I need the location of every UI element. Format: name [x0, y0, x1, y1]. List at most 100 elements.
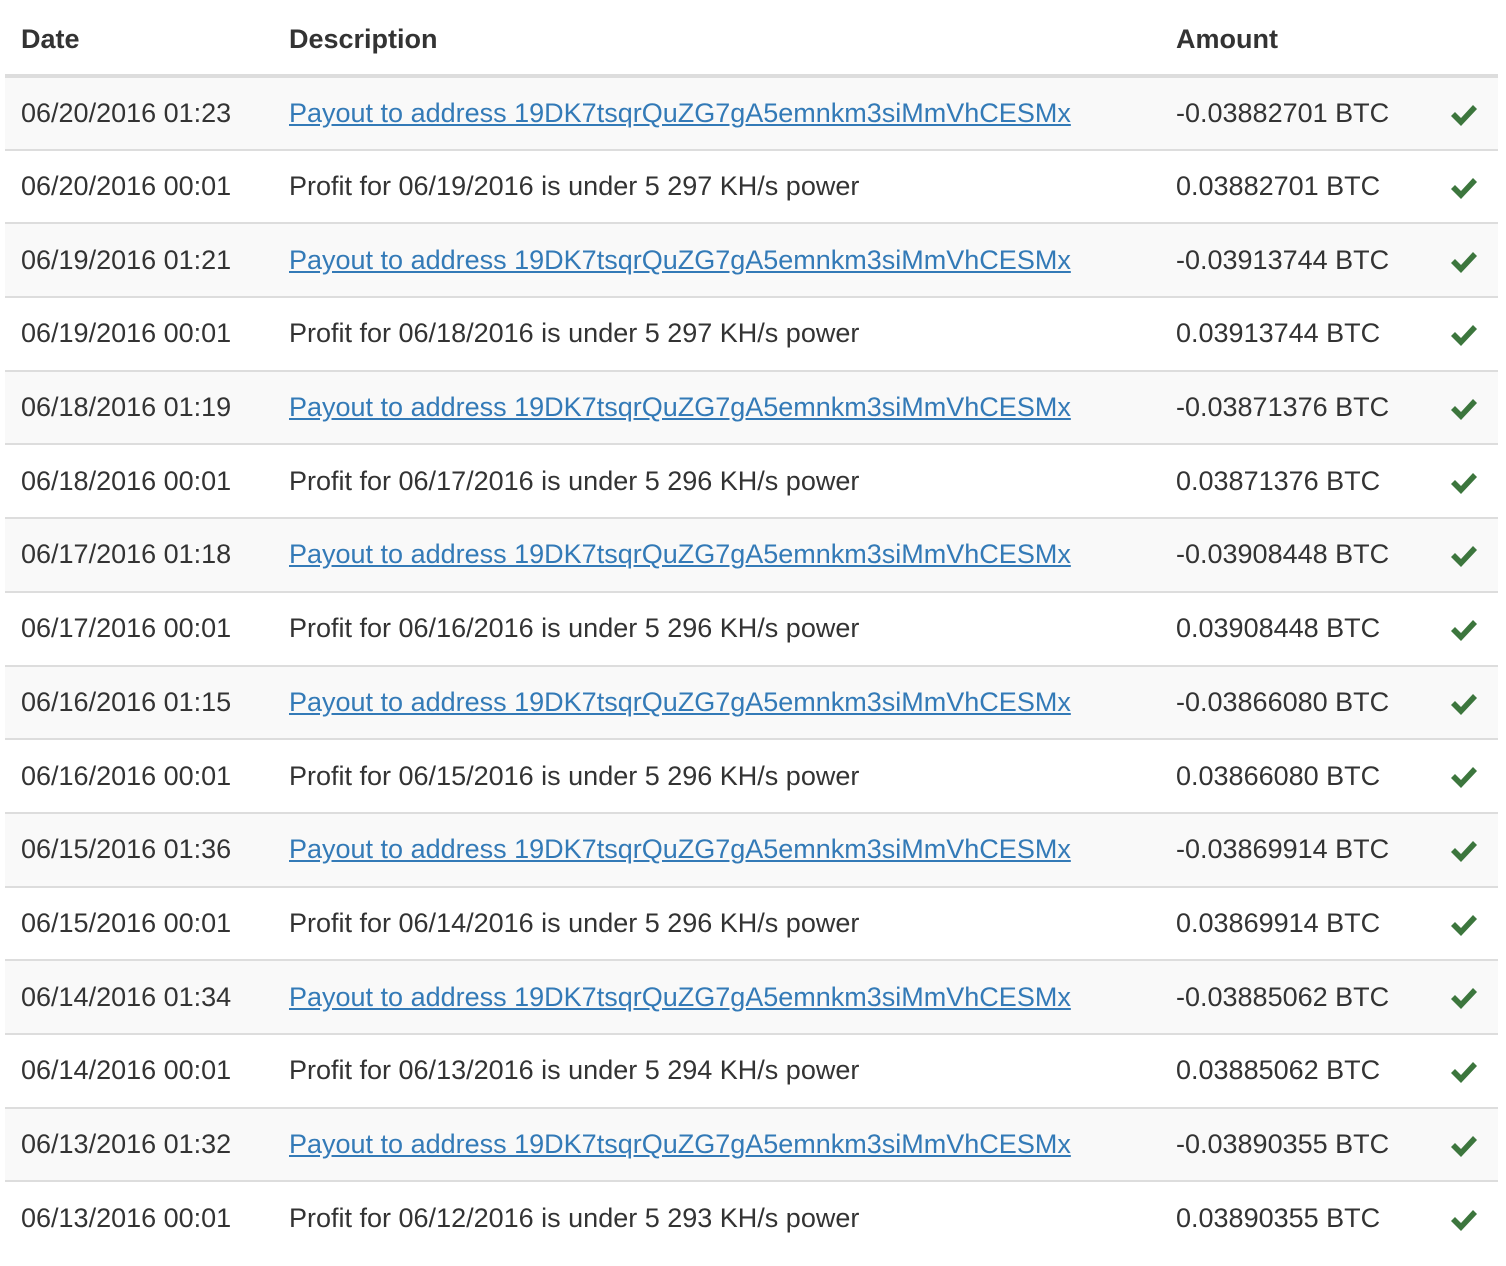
payout-address-link[interactable]: Payout to address 19DK7tsqrQuZG7gA5emnkm…	[289, 98, 1071, 128]
cell-description: Profit for 06/13/2016 is under 5 294 KH/…	[273, 1032, 1160, 1108]
cell-date: 06/15/2016 00:01	[5, 885, 273, 961]
cell-description: Profit for 06/17/2016 is under 5 296 KH/…	[273, 443, 1160, 519]
profit-description: Profit for 06/16/2016 is under 5 296 KH/…	[289, 613, 860, 644]
payout-address-link[interactable]: Payout to address 19DK7tsqrQuZG7gA5emnkm…	[289, 392, 1071, 422]
cell-date: 06/17/2016 00:01	[5, 590, 273, 666]
table-row: 06/20/2016 01:23 Payout to address 19DK7t…	[5, 76, 1498, 150]
profit-description: Profit for 06/18/2016 is under 5 297 KH/…	[289, 318, 860, 349]
cell-amount: 0.03869914 BTC	[1160, 885, 1430, 961]
check-icon	[1449, 985, 1479, 1011]
cell-amount: -0.03869914 BTC	[1160, 811, 1430, 887]
cell-date: 06/18/2016 00:01	[5, 443, 273, 519]
profit-description: Profit for 06/13/2016 is under 5 294 KH/…	[289, 1055, 860, 1086]
payout-address-link[interactable]: Payout to address 19DK7tsqrQuZG7gA5emnkm…	[289, 539, 1071, 569]
cell-status	[1430, 885, 1498, 961]
cell-status	[1430, 443, 1498, 519]
table-row: 06/17/2016 00:01 Profit for 06/16/2016 is…	[5, 590, 1498, 666]
table-row: 06/15/2016 00:01 Profit for 06/14/2016 is…	[5, 885, 1498, 961]
header-amount: Amount	[1160, 0, 1430, 78]
table-row: 06/18/2016 00:01 Profit for 06/17/2016 is…	[5, 443, 1498, 519]
cell-description: Payout to address 19DK7tsqrQuZG7gA5emnkm…	[273, 1106, 1160, 1182]
profit-description: Profit for 06/17/2016 is under 5 296 KH/…	[289, 465, 860, 496]
table-row: 06/14/2016 00:01 Profit for 06/13/2016 is…	[5, 1032, 1498, 1108]
header-status	[1430, 0, 1498, 78]
cell-description: Payout to address 19DK7tsqrQuZG7gA5emnkm…	[273, 76, 1160, 150]
cell-status	[1430, 738, 1498, 813]
table-row: 06/20/2016 00:01 Profit for 06/19/2016 is…	[5, 148, 1498, 224]
profit-description: Profit for 06/14/2016 is under 5 296 KH/…	[289, 907, 860, 938]
cell-status	[1430, 590, 1498, 666]
payout-address-link[interactable]: Payout to address 19DK7tsqrQuZG7gA5emnkm…	[289, 687, 1071, 717]
check-icon	[1449, 102, 1479, 128]
cell-date: 06/18/2016 01:19	[5, 369, 273, 445]
cell-amount: 0.03871376 BTC	[1160, 443, 1430, 519]
check-icon	[1449, 396, 1479, 422]
cell-status	[1430, 1180, 1498, 1255]
cell-amount: -0.03908448 BTC	[1160, 517, 1430, 592]
cell-amount: 0.03913744 BTC	[1160, 296, 1430, 371]
cell-status	[1430, 1032, 1498, 1108]
cell-amount: 0.03890355 BTC	[1160, 1180, 1430, 1255]
cell-status	[1430, 517, 1498, 592]
cell-description: Profit for 06/12/2016 is under 5 293 KH/…	[273, 1180, 1160, 1255]
header-description: Description	[273, 0, 1160, 78]
payout-address-link[interactable]: Payout to address 19DK7tsqrQuZG7gA5emnkm…	[289, 982, 1071, 1012]
profit-description: Profit for 06/19/2016 is under 5 297 KH/…	[289, 171, 860, 202]
cell-date: 06/14/2016 01:34	[5, 959, 273, 1034]
check-icon	[1449, 543, 1479, 569]
cell-date: 06/14/2016 00:01	[5, 1032, 273, 1108]
cell-description: Payout to address 19DK7tsqrQuZG7gA5emnkm…	[273, 664, 1160, 740]
cell-status	[1430, 369, 1498, 445]
cell-status	[1430, 222, 1498, 298]
table-row: 06/18/2016 01:19 Payout to address 19DK7t…	[5, 369, 1498, 445]
cell-status	[1430, 148, 1498, 224]
check-icon	[1449, 912, 1479, 938]
cell-amount: 0.03885062 BTC	[1160, 1032, 1430, 1108]
cell-description: Profit for 06/15/2016 is under 5 296 KH/…	[273, 738, 1160, 813]
check-icon	[1449, 691, 1479, 717]
cell-description: Profit for 06/16/2016 is under 5 296 KH/…	[273, 590, 1160, 666]
cell-status	[1430, 959, 1498, 1034]
cell-description: Payout to address 19DK7tsqrQuZG7gA5emnkm…	[273, 517, 1160, 592]
cell-description: Payout to address 19DK7tsqrQuZG7gA5emnkm…	[273, 811, 1160, 887]
payout-address-link[interactable]: Payout to address 19DK7tsqrQuZG7gA5emnkm…	[289, 245, 1071, 275]
cell-date: 06/19/2016 00:01	[5, 296, 273, 371]
check-icon	[1449, 1133, 1479, 1159]
cell-status	[1430, 76, 1498, 150]
table-row: 06/16/2016 00:01 Profit for 06/15/2016 is…	[5, 738, 1498, 813]
cell-status	[1430, 664, 1498, 740]
table-row: 06/16/2016 01:15 Payout to address 19DK7t…	[5, 664, 1498, 740]
table-row: 06/19/2016 00:01 Profit for 06/18/2016 is…	[5, 296, 1498, 371]
cell-description: Profit for 06/14/2016 is under 5 296 KH/…	[273, 885, 1160, 961]
check-icon	[1449, 764, 1479, 790]
table-body: 06/20/2016 01:23 Payout to address 19DK7t…	[5, 76, 1498, 1255]
cell-description: Payout to address 19DK7tsqrQuZG7gA5emnkm…	[273, 369, 1160, 445]
cell-amount: -0.03882701 BTC	[1160, 76, 1430, 150]
cell-status	[1430, 1106, 1498, 1182]
payout-address-link[interactable]: Payout to address 19DK7tsqrQuZG7gA5emnkm…	[289, 834, 1071, 864]
cell-description: Profit for 06/19/2016 is under 5 297 KH/…	[273, 148, 1160, 224]
check-icon	[1449, 470, 1479, 496]
check-icon	[1449, 249, 1479, 275]
cell-description: Payout to address 19DK7tsqrQuZG7gA5emnkm…	[273, 222, 1160, 298]
header-row: Date Description Amount	[5, 0, 1498, 78]
cell-date: 06/15/2016 01:36	[5, 811, 273, 887]
table-header: Date Description Amount	[5, 0, 1498, 78]
cell-date: 06/13/2016 00:01	[5, 1180, 273, 1255]
cell-amount: -0.03885062 BTC	[1160, 959, 1430, 1034]
cell-date: 06/13/2016 01:32	[5, 1106, 273, 1182]
check-icon	[1449, 838, 1479, 864]
payout-address-link[interactable]: Payout to address 19DK7tsqrQuZG7gA5emnkm…	[289, 1129, 1071, 1159]
table-row: 06/14/2016 01:34 Payout to address 19DK7t…	[5, 959, 1498, 1034]
cell-amount: -0.03866080 BTC	[1160, 664, 1430, 740]
table-row: 06/19/2016 01:21 Payout to address 19DK7t…	[5, 222, 1498, 298]
cell-date: 06/20/2016 00:01	[5, 148, 273, 224]
header-date: Date	[5, 0, 273, 78]
cell-amount: 0.03866080 BTC	[1160, 738, 1430, 813]
cell-amount: -0.03871376 BTC	[1160, 369, 1430, 445]
check-icon	[1449, 617, 1479, 643]
profit-description: Profit for 06/15/2016 is under 5 296 KH/…	[289, 760, 860, 791]
table-row: 06/17/2016 01:18 Payout to address 19DK7t…	[5, 517, 1498, 592]
cell-amount: -0.03913744 BTC	[1160, 222, 1430, 298]
cell-date: 06/19/2016 01:21	[5, 222, 273, 298]
